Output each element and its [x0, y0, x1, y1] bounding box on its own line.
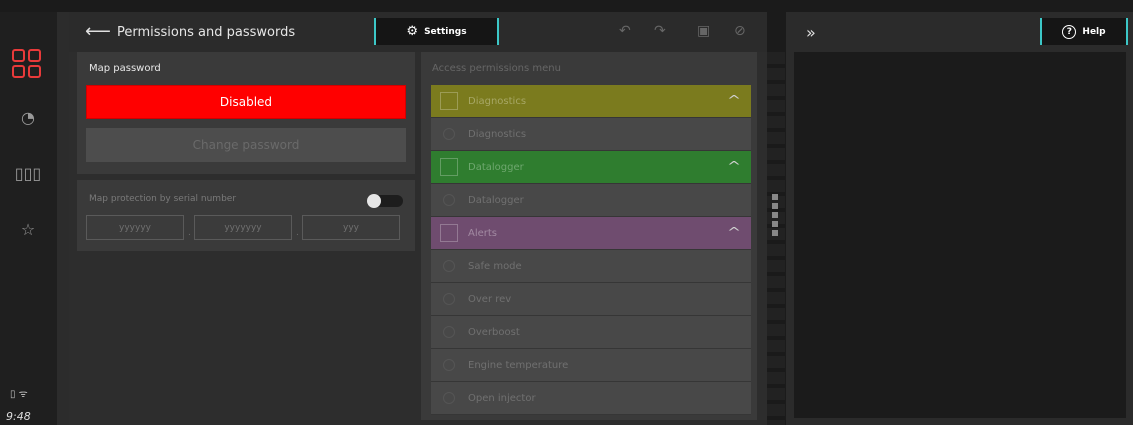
rail-divider [57, 12, 69, 425]
panel-resize-handle[interactable] [772, 194, 778, 239]
question-icon: ? [1062, 24, 1077, 39]
map-password-label: Map password [89, 63, 161, 74]
left-rail: ◔ ▯▯▯ ☆ ▯ ᯤ 9:48 [0, 12, 57, 425]
serial-field-3[interactable]: yyy [302, 215, 400, 240]
columns-icon[interactable]: ▯▯▯ [15, 162, 41, 184]
help-label: Help [1082, 26, 1106, 37]
item-label: Datalogger [468, 194, 524, 206]
cancel-icon[interactable]: ⊘ [734, 23, 746, 39]
group-checkbox[interactable] [440, 224, 458, 242]
redo-icon[interactable]: ↷ [654, 23, 666, 39]
serial-protection-label: Map protection by serial number [89, 194, 237, 204]
permissions-list: Diagnostics ^ Diagnostics Datalogger ^ D… [431, 85, 751, 415]
list-item[interactable]: Datalogger [431, 184, 751, 217]
item-label: Safe mode [468, 260, 522, 272]
settings-button[interactable]: ⚙ Settings [374, 18, 499, 45]
item-radio[interactable] [443, 194, 455, 206]
back-arrow-icon[interactable]: ⟵ [85, 22, 111, 42]
password-state-button[interactable]: Disabled [86, 85, 406, 119]
serial-protection-toggle[interactable] [367, 194, 403, 208]
list-item[interactable]: Overboost [431, 316, 751, 349]
item-label: Overboost [468, 326, 520, 338]
list-item[interactable]: Engine temperature [431, 349, 751, 382]
app-root: ◔ ▯▯▯ ☆ ▯ ᯤ 9:48 ⟵ Permissions and passw… [0, 0, 1133, 425]
access-permissions-label: Access permissions menu [432, 63, 561, 74]
map-password-card: Map password Disabled Change password [77, 52, 415, 174]
help-panel: » ? Help [786, 12, 1133, 425]
chevron-up-icon[interactable]: ^ [727, 225, 741, 239]
app-logo-icon[interactable] [12, 49, 42, 79]
list-item[interactable]: Safe mode [431, 250, 751, 283]
item-radio[interactable] [443, 359, 455, 371]
item-label: Engine temperature [468, 359, 569, 371]
item-label: Open injector [468, 392, 536, 404]
status-icons: ▯ ᯤ [10, 389, 28, 400]
group-checkbox[interactable] [440, 92, 458, 110]
item-radio[interactable] [443, 392, 455, 404]
serial-field-1[interactable]: yyyyyy [86, 215, 184, 240]
clock: 9:48 [6, 410, 31, 423]
help-button[interactable]: ? Help [1040, 18, 1128, 45]
undo-icon[interactable]: ↶ [619, 23, 631, 39]
access-permissions-card: Access permissions menu Diagnostics ^ Di… [421, 52, 757, 420]
item-radio[interactable] [443, 293, 455, 305]
serial-field-2[interactable]: yyyyyyy [194, 215, 292, 240]
item-radio[interactable] [443, 326, 455, 338]
item-radio[interactable] [443, 128, 455, 140]
serial-protection-card: Map protection by serial number yyyyyy .… [77, 180, 415, 251]
page-title: Permissions and passwords [117, 25, 296, 40]
list-item[interactable]: Over rev [431, 283, 751, 316]
list-item[interactable]: Diagnostics [431, 118, 751, 151]
group-header-alerts[interactable]: Alerts ^ [431, 217, 751, 250]
settings-label: Settings [424, 26, 467, 37]
favorites-star-icon[interactable]: ☆ [17, 218, 39, 240]
top-bar: ⟵ Permissions and passwords ⚙ Settings ↶… [69, 12, 767, 52]
item-label: Over rev [468, 293, 512, 305]
list-item[interactable]: Open injector [431, 382, 751, 415]
main-panel: ⟵ Permissions and passwords ⚙ Settings ↶… [69, 12, 767, 425]
group-label: Diagnostics [468, 95, 527, 107]
group-label: Alerts [468, 227, 498, 239]
item-radio[interactable] [443, 260, 455, 272]
save-icon[interactable]: ▣ [697, 23, 710, 39]
chevron-up-icon[interactable]: ^ [727, 159, 741, 173]
chevron-up-icon[interactable]: ^ [727, 93, 741, 107]
group-checkbox[interactable] [440, 158, 458, 176]
dashboard-gauge-icon[interactable]: ◔ [17, 106, 39, 128]
group-header-diagnostics[interactable]: Diagnostics ^ [431, 85, 751, 118]
item-label: Diagnostics [468, 128, 527, 140]
group-label: Datalogger [468, 161, 524, 173]
group-header-datalogger[interactable]: Datalogger ^ [431, 151, 751, 184]
serial-separator: . [296, 228, 299, 238]
gear-icon: ⚙ [406, 24, 419, 39]
change-password-button[interactable]: Change password [86, 128, 406, 162]
expand-chevrons-icon[interactable]: » [806, 23, 816, 42]
serial-separator: . [188, 228, 191, 238]
help-content [794, 52, 1126, 418]
